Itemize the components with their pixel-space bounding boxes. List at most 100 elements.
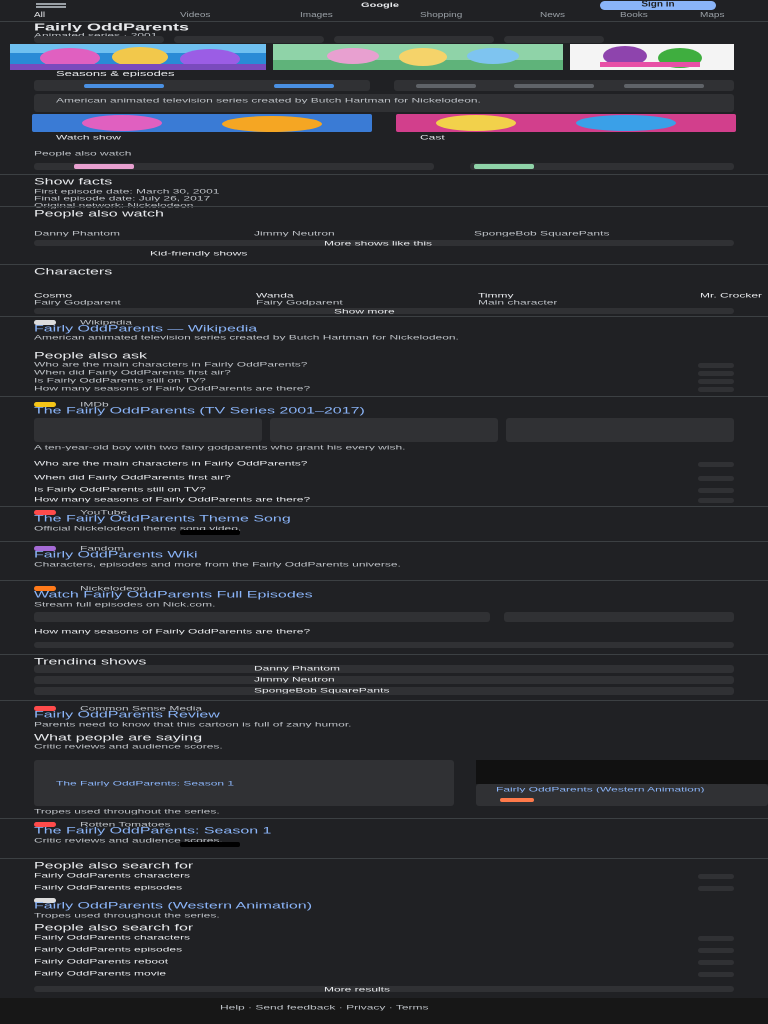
- review-card[interactable]: The Fairly OddParents: Season 1: [34, 760, 454, 806]
- cartoon-image: [570, 44, 734, 70]
- related-search[interactable]: Fairly OddParents episodes: [34, 946, 182, 953]
- trending-item[interactable]: SpongeBob SquarePants: [34, 687, 734, 695]
- tab-books[interactable]: Books: [620, 12, 648, 19]
- chevron-down-icon[interactable]: [698, 379, 734, 384]
- hero-image-1[interactable]: [10, 44, 266, 70]
- faq-question[interactable]: Who are the main characters in Fairly Od…: [34, 460, 307, 467]
- description-panel: American animated television series crea…: [34, 94, 734, 112]
- kid-friendly-label[interactable]: Kid-friendly shows: [150, 250, 247, 257]
- tab-images[interactable]: Images: [300, 12, 333, 19]
- result-title-link[interactable]: Fairly OddParents — Wikipedia: [34, 325, 257, 334]
- faq-question[interactable]: When did Fairly OddParents first air?: [34, 369, 231, 376]
- character-name[interactable]: Timmy: [478, 292, 514, 299]
- character-name[interactable]: Cosmo: [34, 292, 72, 299]
- tab-news[interactable]: News: [540, 12, 565, 19]
- show-thumbnail: [74, 164, 134, 169]
- related-search[interactable]: Fairly OddParents movie: [34, 970, 166, 977]
- character-name[interactable]: Wanda: [256, 292, 294, 299]
- cast-label[interactable]: Cast: [420, 134, 445, 141]
- character-name[interactable]: Mr. Crocker: [700, 292, 768, 299]
- faq-question[interactable]: How many seasons of Fairly OddParents ar…: [34, 496, 310, 503]
- chevron-down-icon[interactable]: [698, 948, 734, 953]
- chip-overview[interactable]: [34, 36, 164, 43]
- watch-tile[interactable]: Jimmy Neutron: [254, 230, 404, 237]
- chip-cast[interactable]: [334, 36, 494, 43]
- result-title-link[interactable]: The Fairly OddParents: Season 1: [34, 827, 271, 836]
- search-tabs: All Videos Images Shopping News Books Ma…: [0, 12, 768, 22]
- watch-tile[interactable]: SpongeBob SquarePants: [474, 230, 624, 237]
- chevron-down-icon[interactable]: [698, 498, 734, 503]
- google-logo[interactable]: Google: [290, 2, 470, 9]
- more-shows-button[interactable]: More shows like this: [34, 240, 734, 247]
- tab-shopping[interactable]: Shopping: [420, 12, 462, 19]
- chip-videos[interactable]: [504, 36, 604, 43]
- result-title-link[interactable]: Fairly OddParents (Western Animation): [34, 902, 312, 911]
- divider: [0, 174, 768, 175]
- trending-item[interactable]: Danny Phantom: [34, 665, 734, 673]
- video-thumbnail[interactable]: [180, 530, 240, 535]
- faq-question[interactable]: How many seasons of Fairly OddParents ar…: [34, 385, 310, 392]
- streaming-row[interactable]: [470, 163, 734, 170]
- related-search[interactable]: Fairly OddParents episodes: [34, 884, 182, 891]
- result-title-link[interactable]: Fairly OddParents Wiki: [34, 551, 198, 560]
- chevron-down-icon[interactable]: [698, 960, 734, 965]
- show-more-button[interactable]: Show more: [34, 308, 734, 315]
- rating-card[interactable]: [34, 418, 262, 442]
- rating-card[interactable]: [270, 418, 498, 442]
- fact-line: Final episode date: July 26, 2017: [34, 195, 211, 202]
- facts-heading: Show facts: [34, 178, 113, 187]
- chevron-down-icon[interactable]: [698, 462, 734, 467]
- streaming-row[interactable]: [34, 163, 434, 170]
- chevron-down-icon[interactable]: [698, 371, 734, 376]
- episode-card[interactable]: [504, 612, 734, 622]
- watch-tile[interactable]: Danny Phantom: [34, 230, 184, 237]
- result-title-link[interactable]: Fairly OddParents Review: [34, 711, 220, 720]
- video-thumbnail-2[interactable]: [396, 114, 736, 132]
- result-title-link[interactable]: The Fairly OddParents (TV Series 2001–20…: [34, 407, 365, 416]
- video-thumbnail-1[interactable]: [32, 114, 372, 132]
- tab-videos[interactable]: Videos: [180, 12, 210, 19]
- chevron-down-icon[interactable]: [698, 972, 734, 977]
- menu-icon[interactable]: [36, 3, 66, 8]
- review-card[interactable]: Fairly OddParents (Western Animation): [476, 784, 768, 806]
- cast-panel[interactable]: [394, 80, 734, 91]
- episode-card[interactable]: [34, 612, 490, 622]
- faq-question[interactable]: Is Fairly OddParents still on TV?: [34, 486, 206, 493]
- faq-question[interactable]: When did Fairly OddParents first air?: [34, 474, 231, 481]
- more-results-button[interactable]: More results: [34, 986, 734, 993]
- chevron-down-icon[interactable]: [698, 488, 734, 493]
- sign-in-button[interactable]: Sign in: [600, 1, 716, 10]
- faq-question[interactable]: How many seasons of Fairly OddParents ar…: [34, 628, 310, 635]
- watch-panel[interactable]: [34, 80, 370, 91]
- trending-item[interactable]: Jimmy Neutron: [34, 676, 734, 684]
- page-title: Fairly OddParents: [34, 22, 190, 32]
- chevron-down-icon[interactable]: [698, 886, 734, 891]
- tab-all[interactable]: All: [34, 12, 45, 19]
- rating-card[interactable]: [506, 418, 734, 442]
- chevron-down-icon[interactable]: [698, 936, 734, 941]
- chevron-down-icon[interactable]: [698, 387, 734, 392]
- result-title-link[interactable]: Watch Fairly OddParents Full Episodes: [34, 591, 313, 600]
- cast-avatar: [624, 84, 704, 88]
- divider: [0, 396, 768, 397]
- chevron-down-icon[interactable]: [698, 363, 734, 368]
- hero-image-2[interactable]: [273, 44, 563, 70]
- top-bar: Google Sign in: [0, 0, 768, 12]
- cast-avatar: [416, 84, 476, 88]
- result-title-link[interactable]: The Fairly OddParents Theme Song: [34, 515, 291, 524]
- related-search[interactable]: Fairly OddParents characters: [34, 872, 190, 879]
- watch-label[interactable]: Watch show: [56, 134, 121, 141]
- related-search[interactable]: Fairly OddParents reboot: [34, 958, 168, 965]
- more-results-button[interactable]: [34, 642, 734, 648]
- video-thumbnail[interactable]: [180, 842, 240, 847]
- chevron-down-icon[interactable]: [698, 874, 734, 879]
- related-search[interactable]: Fairly OddParents characters: [34, 934, 190, 941]
- faq-question[interactable]: Who are the main characters in Fairly Od…: [34, 361, 307, 368]
- chevron-down-icon[interactable]: [698, 476, 734, 481]
- hero-image-3[interactable]: [570, 44, 734, 70]
- faq-question[interactable]: Is Fairly OddParents still on TV?: [34, 377, 206, 384]
- review-image[interactable]: [476, 760, 768, 784]
- footer-links[interactable]: Help · Send feedback · Privacy · Terms: [220, 1004, 429, 1011]
- tab-maps[interactable]: Maps: [700, 12, 724, 19]
- chip-episodes[interactable]: [174, 36, 324, 43]
